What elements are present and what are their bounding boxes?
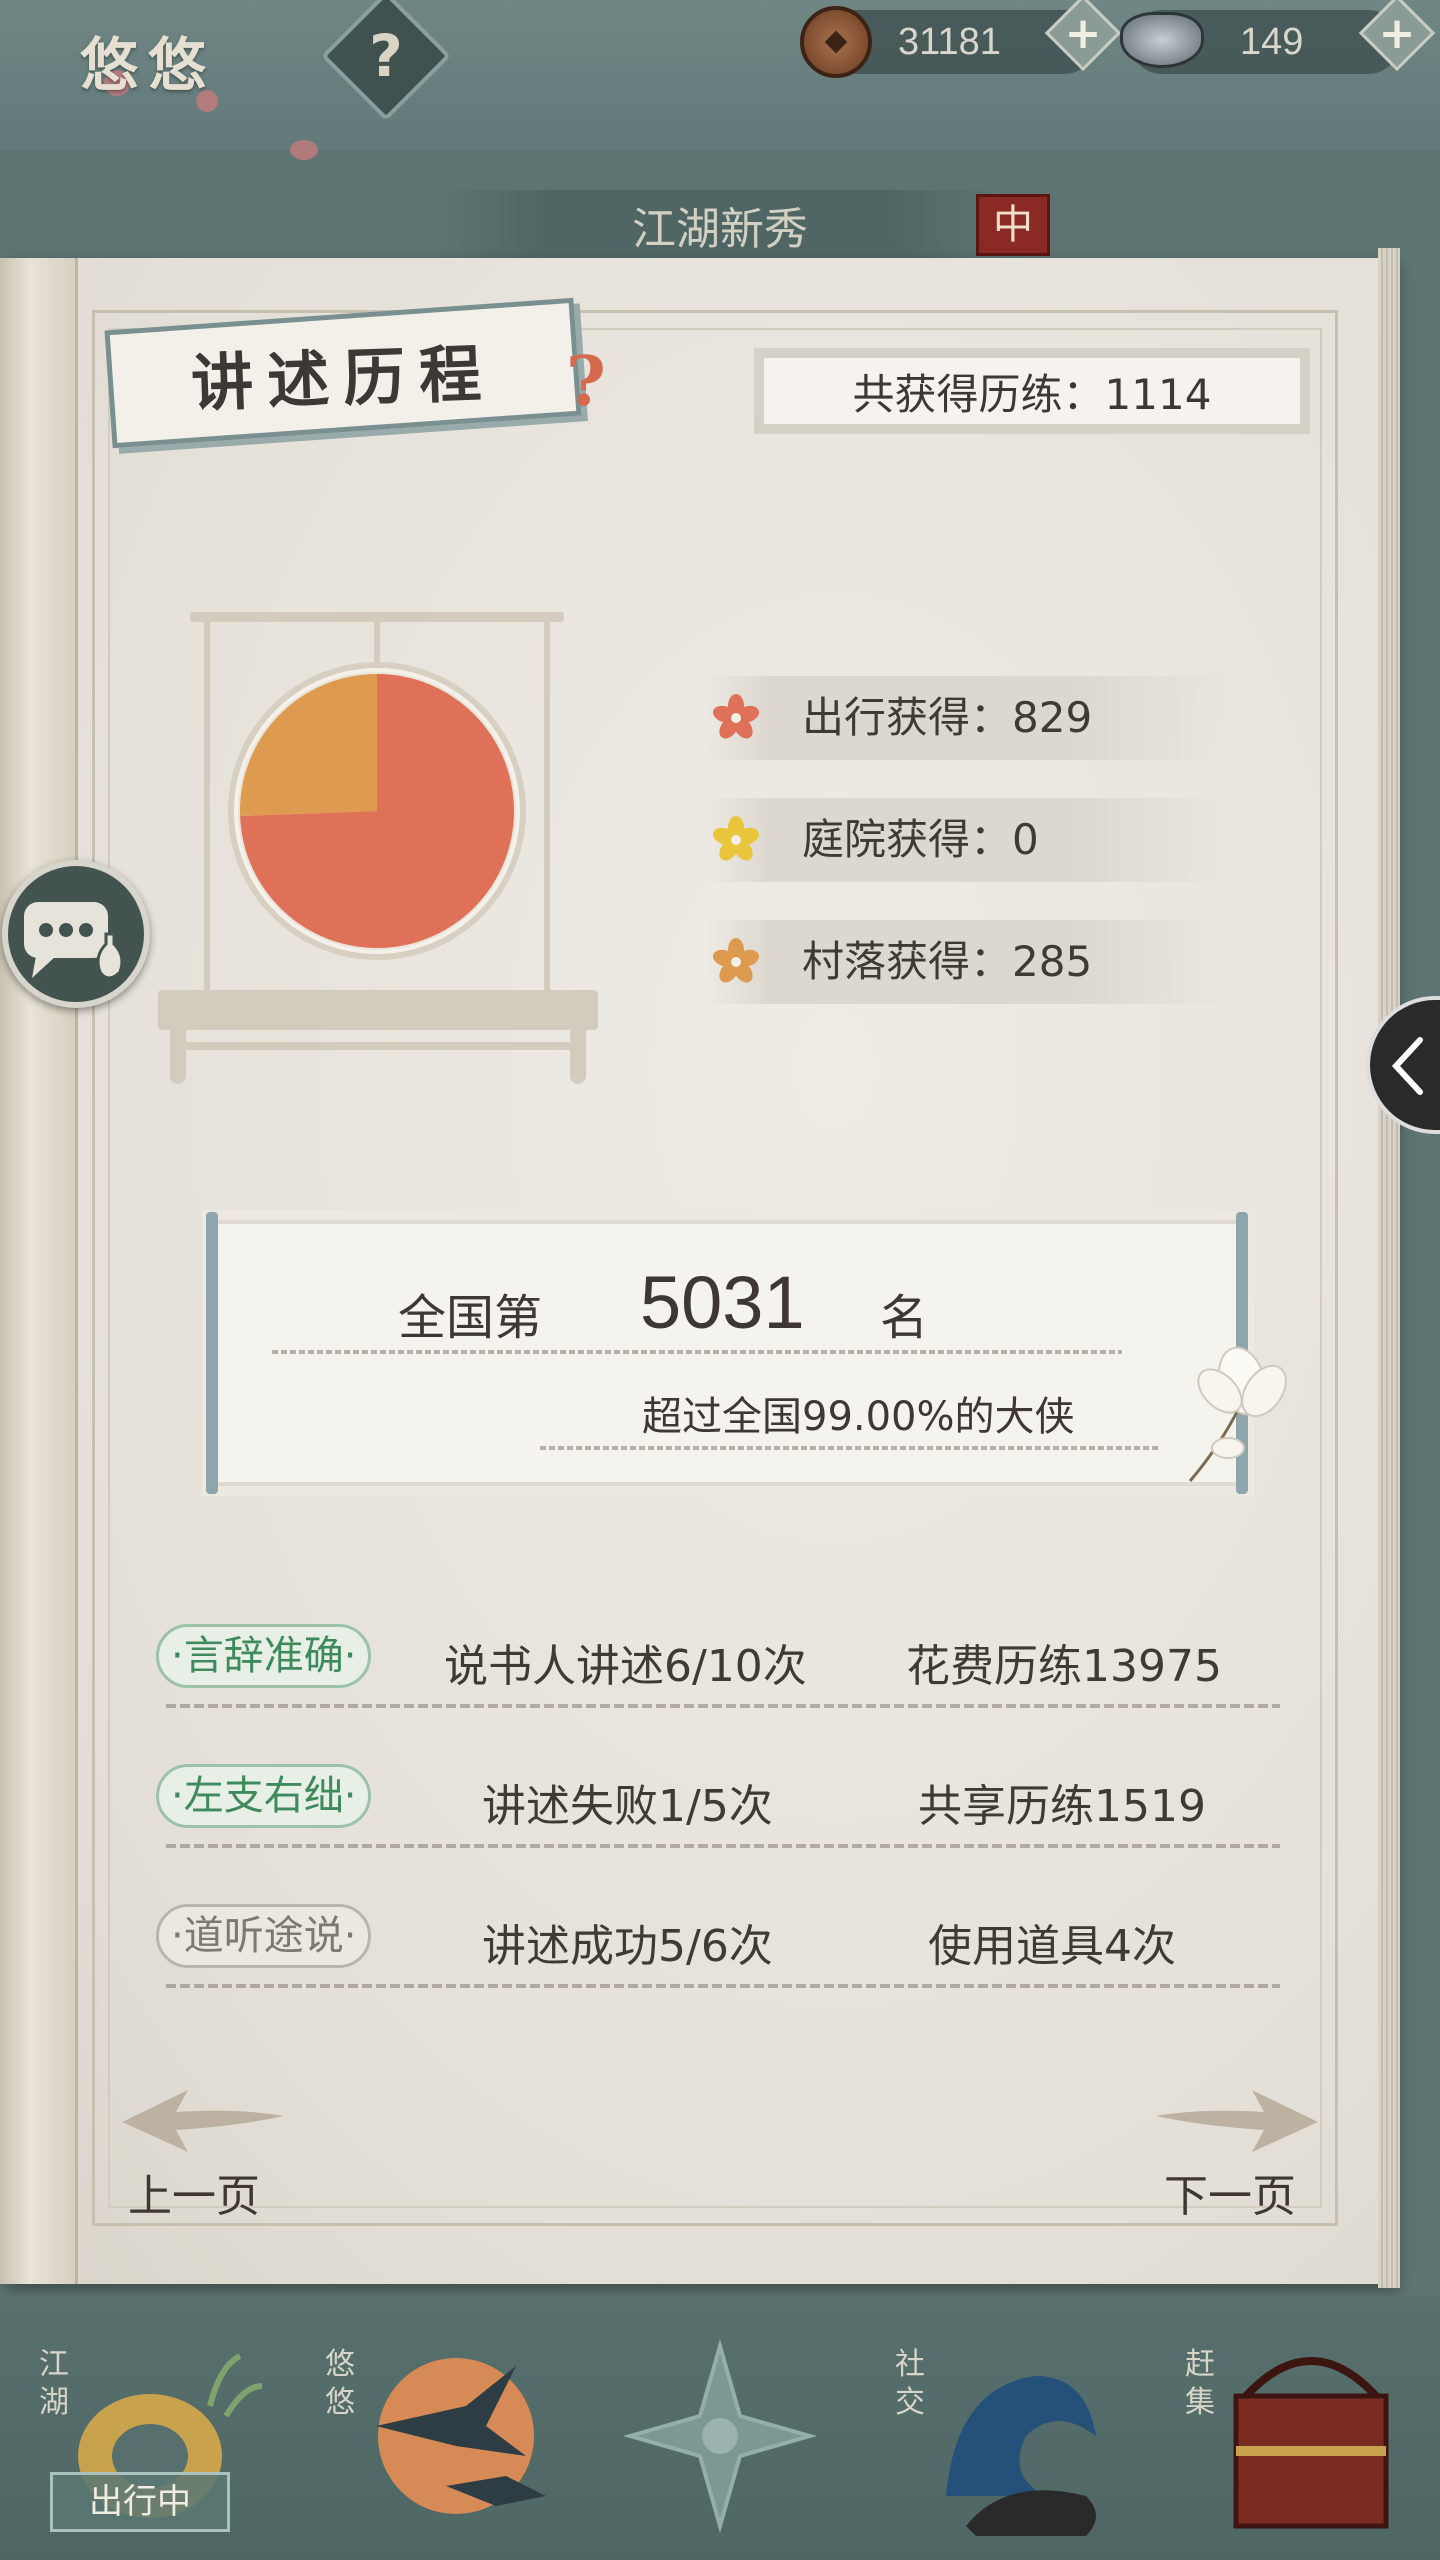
stand-leg	[570, 1026, 586, 1084]
plum-blossom-decoration	[290, 140, 318, 160]
flower-center	[731, 835, 741, 845]
stand-rail	[178, 1042, 578, 1050]
legend-courtyard-label: 庭院获得：0	[802, 815, 1039, 864]
stat-secondary: 共享历练1519	[918, 1781, 1206, 1832]
stat-row: ·左支右绌· 讲述失败1/5次 共享历练1519	[150, 1754, 1280, 1848]
stat-primary: 说书人讲述6/10次	[444, 1641, 807, 1692]
achievement-tag-active[interactable]: ·言辞准确·	[156, 1624, 372, 1688]
pie-slice-village	[240, 674, 377, 817]
achievement-tag-inactive[interactable]: ·道听途说·	[156, 1904, 372, 1968]
divider	[166, 1704, 1280, 1708]
plus-icon: +	[1064, 7, 1102, 59]
ingot-counter: 149	[1120, 10, 1400, 74]
coin-counter: 31181	[800, 6, 1096, 78]
total-experience: 共获得历练：1114	[754, 348, 1310, 434]
rank-badge: 中	[976, 194, 1050, 256]
nav-market[interactable]: 赶集	[1176, 2326, 1416, 2546]
coin-value: 31181	[898, 21, 1001, 63]
magnolia-flower-icon	[1188, 1346, 1287, 1482]
prev-page-arrow-icon[interactable]	[118, 2086, 288, 2156]
rank-suffix: 名	[880, 1290, 929, 1346]
divider	[166, 1844, 1280, 1848]
rank-description: 超过全国99.00%的大侠	[642, 1394, 1075, 1440]
chat-bubble-icon	[24, 902, 124, 980]
book-page-edge	[1378, 248, 1400, 2288]
legend-village: 村落获得：285	[708, 920, 1228, 1004]
section-title: 讲述历程	[189, 336, 497, 421]
legend-courtyard: 庭院获得：0	[708, 798, 1228, 882]
player-name[interactable]: 悠悠	[80, 18, 216, 102]
source-pie-chart	[240, 674, 514, 948]
flower-center	[731, 957, 741, 967]
silver-ingot-icon	[1120, 12, 1204, 68]
chevron-left-icon	[1391, 1037, 1423, 1095]
stat-secondary: 花费历练13975	[906, 1641, 1222, 1692]
book-spine	[0, 258, 78, 2284]
achievement-tag-active[interactable]: ·左支右绌·	[156, 1764, 372, 1828]
stat-secondary: 使用道具4次	[928, 1921, 1176, 1972]
copper-coin-icon	[800, 6, 872, 78]
stand-base	[158, 990, 598, 1030]
prev-page-button[interactable]: 上一页	[128, 2160, 260, 2224]
traveling-badge: 出行中	[50, 2472, 230, 2532]
social-wave-icon	[946, 2376, 1096, 2536]
red-flower-icon	[712, 694, 760, 739]
legend-village-label: 村落获得：285	[802, 937, 1093, 986]
divider	[540, 1446, 1160, 1450]
rank-number: 5031	[640, 1261, 805, 1344]
stand-hanger	[374, 616, 380, 666]
scroll-rod-left	[206, 1212, 218, 1494]
stand-leg	[170, 1026, 186, 1084]
stat-row: ·言辞准确· 说书人讲述6/10次 花费历练13975	[150, 1614, 1280, 1708]
divider	[166, 1984, 1280, 1988]
nav-youyou[interactable]: 悠悠	[316, 2326, 556, 2546]
compass-star-icon	[622, 2338, 818, 2534]
chat-button[interactable]	[2, 860, 150, 1008]
youyou-swallow-icon	[376, 2358, 546, 2514]
legend-travel: 出行获得：829	[708, 676, 1228, 760]
stat-primary: 讲述成功5/6次	[482, 1921, 773, 1972]
nav-social[interactable]: 社交	[886, 2326, 1126, 2546]
nav-center[interactable]	[600, 2326, 840, 2546]
section-help-button[interactable]: ?	[566, 342, 606, 422]
legend-travel-label: 出行获得：829	[802, 693, 1093, 742]
orange-flower-icon	[712, 938, 760, 983]
question-icon: ?	[369, 22, 403, 90]
divider	[272, 1350, 1122, 1354]
stat-row: ·道听途说· 讲述成功5/6次 使用道具4次	[150, 1894, 1280, 1988]
rank-prefix: 全国第	[398, 1290, 543, 1346]
stat-primary: 讲述失败1/5次	[482, 1781, 773, 1832]
plus-icon: +	[1378, 7, 1416, 59]
yellow-flower-icon	[712, 816, 760, 861]
flower-center	[731, 713, 741, 723]
next-page-arrow-icon[interactable]	[1152, 2086, 1322, 2156]
next-page-button[interactable]: 下一页	[1164, 2160, 1296, 2224]
ingot-value: 149	[1240, 21, 1304, 63]
market-basket-icon	[1233, 2357, 1389, 2529]
